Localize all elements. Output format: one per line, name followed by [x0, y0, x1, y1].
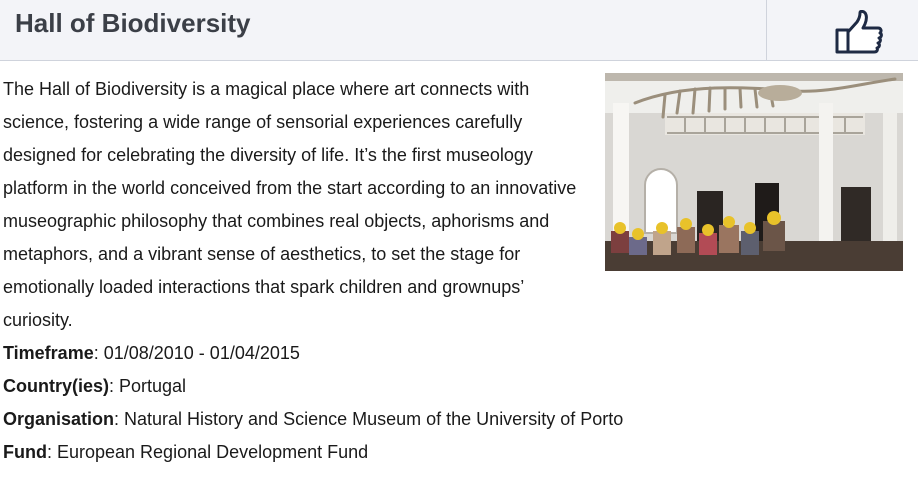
page-header: Hall of Biodiversity	[0, 0, 918, 61]
country-row: Country(ies): Portugal	[3, 370, 915, 403]
museum-hall-image	[605, 73, 903, 271]
organisation-value: : Natural History and Science Museum of …	[114, 409, 624, 429]
organisation-row: Organisation: Natural History and Scienc…	[3, 403, 915, 436]
timeframe-value: : 01/08/2010 - 01/04/2015	[93, 343, 300, 363]
timeframe-label: Timeframe	[3, 343, 94, 363]
fund-row: Fund: European Regional Development Fund	[3, 436, 915, 469]
organisation-label: Organisation	[3, 409, 115, 429]
page-title: Hall of Biodiversity	[15, 8, 251, 38]
fund-label: Fund	[3, 442, 47, 462]
country-value: : Portugal	[109, 376, 187, 396]
project-content: The Hall of Biodiversity is a magical pl…	[3, 73, 915, 469]
like-button-container	[766, 0, 918, 60]
hall-photo	[605, 73, 903, 271]
country-label: Country(ies)	[3, 376, 110, 396]
thumbs-up-icon[interactable]	[835, 10, 885, 54]
fund-value: : European Regional Development Fund	[46, 442, 369, 462]
timeframe-row: Timeframe: 01/08/2010 - 01/04/2015	[3, 337, 915, 370]
